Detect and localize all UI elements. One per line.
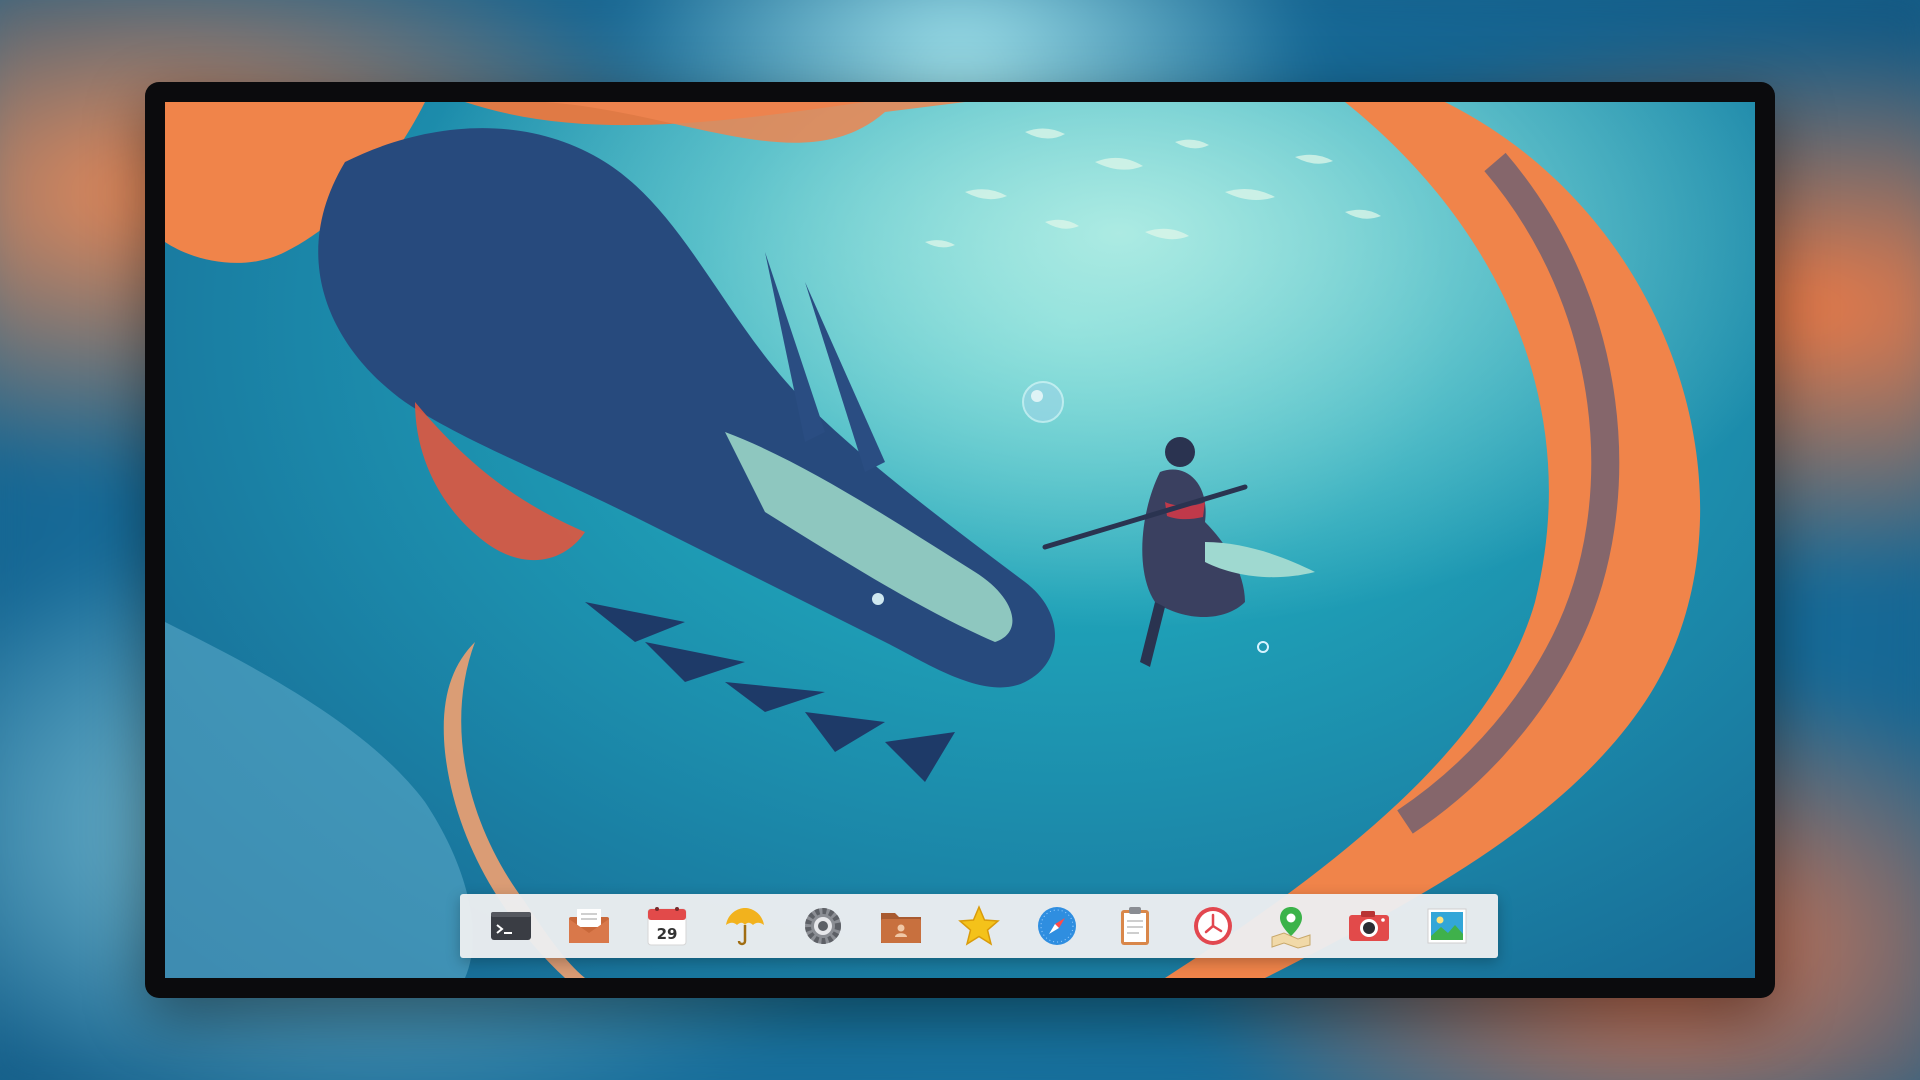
dock-mail[interactable] [563,900,615,952]
dock-terminal[interactable] [485,900,537,952]
monitor-frame: 29 [145,82,1775,998]
calendar-icon: 29 [647,907,687,946]
folder-icon [881,913,921,943]
compass-icon [1038,907,1076,945]
dock-photos[interactable] [1421,900,1473,952]
dragon-eye [872,593,884,605]
terminal-icon [491,912,531,940]
calendar-day: 29 [657,925,678,943]
clock-icon [1194,907,1232,945]
bubble-large [1022,381,1064,423]
dock-clock[interactable] [1187,900,1239,952]
gear-icon [805,908,841,944]
desktop-screen: 29 [165,102,1755,978]
wallpaper-image [165,102,1755,978]
star-icon [958,905,1000,946]
map-pin-icon [1271,907,1311,949]
umbrella-icon [726,908,764,946]
dock-calendar[interactable]: 29 [641,900,693,952]
dock-files[interactable] [875,900,927,952]
desktop-scene: 29 [0,0,1920,1080]
dock-notes[interactable] [1109,900,1161,952]
dock-camera[interactable] [1343,900,1395,952]
camera-icon [1349,911,1389,941]
dock-favorites[interactable] [953,900,1005,952]
photos-icon [1427,908,1467,944]
dock-weather[interactable] [719,900,771,952]
dock-settings[interactable] [797,900,849,952]
app-dock: 29 [460,894,1498,958]
dock-maps[interactable] [1265,900,1317,952]
mail-envelope-icon [569,909,609,943]
clipboard-icon [1121,907,1149,945]
dock-browser[interactable] [1031,900,1083,952]
